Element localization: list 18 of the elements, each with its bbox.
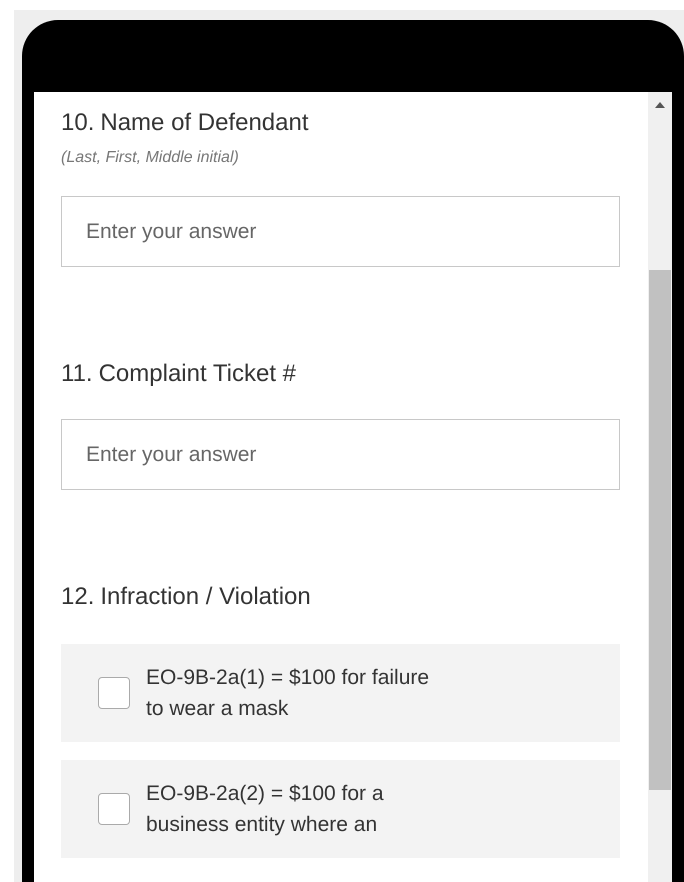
option-label: EO-9B-2a(2) = $100 for a business entity where an (146, 781, 385, 838)
option-label: EO-9B-2a(1) = $100 for failure to wear a mask (146, 665, 430, 722)
checkbox[interactable] (98, 677, 130, 709)
question-number: 11. (61, 359, 93, 389)
scrollbar[interactable] (648, 92, 672, 882)
option-row[interactable]: EO-9B-2a(2) = $100 for a business entity where an (61, 760, 620, 858)
scrollbar-thumb[interactable] (649, 270, 671, 790)
question-number: 12. (61, 582, 94, 612)
answer-field[interactable]: Enter your answer (61, 196, 620, 267)
question-title: Complaint Ticket # (98, 359, 296, 389)
answer-field[interactable]: Enter your answer (61, 419, 620, 490)
scroll-up-icon[interactable] (655, 102, 665, 108)
option-row[interactable]: EO-9B-2a(1) = $100 for failure to wear a mask (61, 644, 620, 742)
checkbox[interactable] (98, 793, 130, 825)
question-title: Infraction / Violation (100, 582, 311, 612)
question-number: 10. (61, 108, 94, 138)
question-title: Name of Defendant (100, 108, 308, 138)
question-hint: (Last, First, Middle initial) (61, 148, 240, 168)
